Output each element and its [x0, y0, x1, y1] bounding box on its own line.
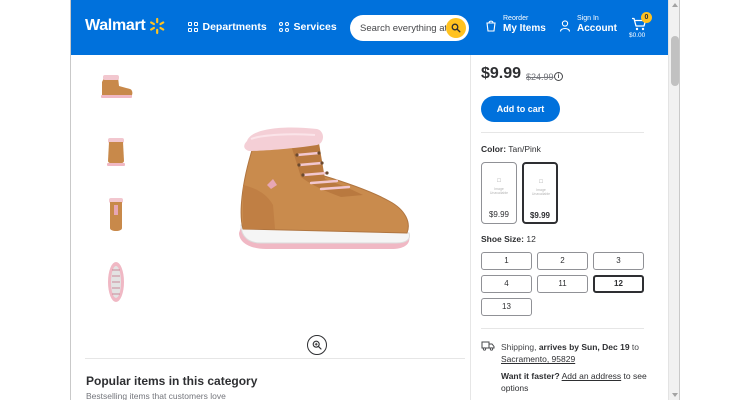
size-option-selected[interactable]: 12 — [593, 275, 644, 293]
want-faster-label: Want it faster? — [501, 371, 560, 381]
image-unavailable-text: Image Unavailable — [531, 188, 551, 196]
reorder-icon — [486, 20, 496, 32]
truck-icon — [481, 341, 495, 351]
page-scrollbar[interactable] — [668, 0, 679, 400]
zoom-button[interactable] — [307, 335, 327, 355]
panel-divider-bottom — [481, 328, 644, 329]
reorder-small-label: Reorder — [503, 15, 529, 22]
want-faster: Want it faster? Add an address to see op… — [501, 370, 651, 394]
size-option[interactable]: 4 — [481, 275, 532, 293]
size-option[interactable]: 3 — [593, 252, 644, 270]
swatch-price: $9.99 — [488, 210, 510, 219]
section-divider — [85, 358, 465, 359]
reorder-link[interactable]: Reorder My Items — [485, 15, 546, 34]
color-swatch-1[interactable]: □ Image Unavailable $9.99 — [481, 162, 517, 224]
search-bar — [350, 15, 469, 41]
color-label-row: Color: Tan/Pink — [481, 144, 541, 154]
services-menu[interactable]: Services — [279, 21, 337, 33]
shipping-location-link[interactable]: Sacramento, 95829 — [501, 354, 575, 364]
image-unavailable-text: Image Unavailable — [489, 187, 509, 195]
boot-front-image — [107, 138, 125, 166]
boot-back-image — [109, 198, 123, 231]
was-price: $24.99 — [526, 72, 554, 82]
logo-text: Walmart — [85, 17, 146, 34]
site-header: Walmart Departments Services Search ever… — [71, 0, 668, 55]
walmart-logo[interactable]: Walmart — [85, 17, 166, 35]
services-grid-icon — [279, 22, 289, 32]
departments-label: Departments — [202, 21, 267, 33]
boot-sole-image — [108, 262, 124, 302]
popular-title: Popular items in this category — [86, 374, 258, 388]
shipping-to: to — [631, 342, 640, 352]
size-option[interactable]: 2 — [537, 252, 588, 270]
thumbnail-back[interactable] — [94, 190, 138, 240]
info-icon[interactable]: i — [554, 72, 563, 81]
cart-button[interactable]: 0 $0.00 — [627, 12, 657, 43]
size-label: Shoe Size: — [481, 234, 524, 244]
browser-viewport: Walmart Departments Services Search ever… — [70, 0, 680, 400]
color-swatch-2[interactable]: □ Image Unavailable $9.99 — [522, 162, 558, 224]
cart-count-badge: 0 — [641, 12, 652, 23]
account-link[interactable]: Sign In Account — [559, 15, 617, 34]
color-label: Color: — [481, 144, 507, 154]
scroll-down-arrow-icon[interactable] — [672, 393, 678, 397]
size-value: 12 — [526, 234, 536, 244]
popular-subtitle: Bestselling items that customers love — [86, 391, 226, 400]
thumbnail-sole[interactable] — [94, 257, 138, 307]
panel-divider — [470, 55, 471, 400]
size-option[interactable]: 11 — [537, 275, 588, 293]
search-icon — [451, 23, 461, 33]
scroll-up-arrow-icon[interactable] — [672, 3, 678, 7]
boot-thumbnail-image — [101, 75, 133, 98]
product-main-image — [239, 127, 410, 249]
shipping-arrival: arrives by Sun, Dec 19 — [538, 342, 630, 352]
shipping-prefix: Shipping, — [501, 342, 537, 352]
color-value: Tan/Pink — [508, 144, 541, 154]
scroll-thumb[interactable] — [671, 36, 679, 86]
thumbnail-front[interactable] — [94, 127, 138, 177]
panel-divider-top — [481, 132, 644, 133]
add-address-link[interactable]: Add an address — [562, 371, 622, 381]
services-label: Services — [293, 21, 337, 33]
signin-big-label: Account — [577, 23, 617, 34]
search-input[interactable] — [360, 20, 446, 36]
size-label-row: Shoe Size: 12 — [481, 234, 536, 244]
current-price: $9.99 — [481, 65, 522, 82]
add-to-cart-button[interactable]: Add to cart — [481, 96, 560, 122]
swatch-price: $9.99 — [529, 211, 551, 220]
spark-icon — [150, 17, 165, 35]
signin-small-label: Sign In — [577, 15, 599, 22]
search-button[interactable] — [446, 18, 466, 38]
zoom-icon — [312, 340, 322, 350]
size-option[interactable]: 13 — [481, 298, 532, 316]
departments-menu[interactable]: Departments — [188, 21, 267, 33]
cart-total: $0.00 — [629, 32, 646, 39]
shipping-info: Shipping, arrives by Sun, Dec 19 to Sacr… — [501, 341, 651, 365]
size-option[interactable]: 1 — [481, 252, 532, 270]
grid-icon — [188, 22, 198, 32]
thumbnail-side[interactable] — [94, 62, 138, 112]
user-icon — [559, 20, 571, 32]
reorder-big-label: My Items — [503, 23, 546, 34]
